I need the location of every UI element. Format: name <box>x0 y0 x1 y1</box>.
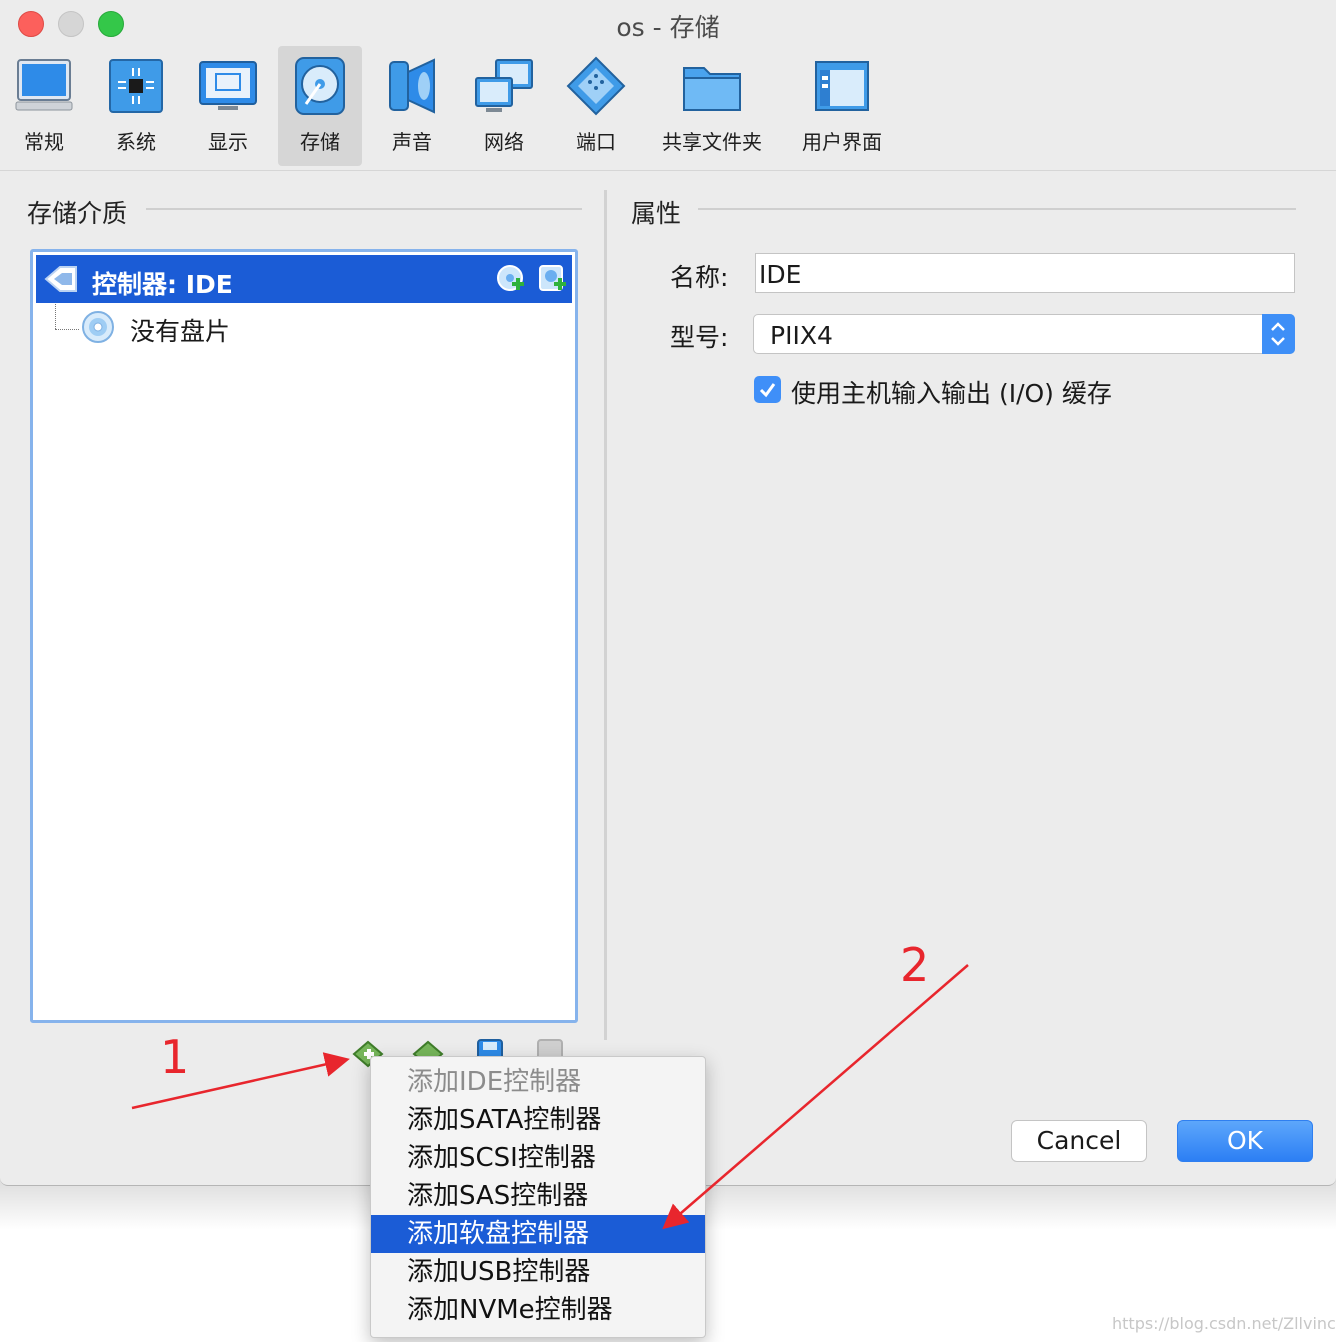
toolbar-label: 共享文件夹 <box>662 130 762 154</box>
controller-label: 控制器: IDE <box>92 270 233 299</box>
annotation-number-2: 2 <box>900 938 930 992</box>
toolbar-label: 网络 <box>484 130 524 154</box>
properties-section-title: 属性 <box>631 199 682 228</box>
folder-icon <box>683 67 741 111</box>
toolbar-storage[interactable]: 存储 <box>278 46 362 166</box>
chip-icon <box>109 59 163 113</box>
toolbar-audio[interactable]: 声音 <box>370 46 454 166</box>
toolbar-ports[interactable]: 端口 <box>554 46 638 166</box>
titlebar: os - 存储 <box>0 0 1336 48</box>
network-icon <box>475 59 533 112</box>
window-icon <box>815 61 869 111</box>
section-rule <box>146 208 582 210</box>
toolbar-shared-folders[interactable]: 共享文件夹 <box>654 46 770 166</box>
toolbar-display[interactable]: 显示 <box>186 46 270 166</box>
name-label: 名称: <box>670 263 729 292</box>
toolbar-user-interface[interactable]: 用户界面 <box>794 46 890 166</box>
cd-icon <box>82 311 114 343</box>
select-stepper[interactable] <box>1262 314 1295 354</box>
ok-button[interactable]: OK <box>1177 1120 1313 1162</box>
toolbar-label: 显示 <box>208 130 248 154</box>
watermark: https://blog.csdn.net/Zllvincent <box>1112 1314 1336 1333</box>
tree-connector <box>55 304 56 329</box>
disc-label: 没有盘片 <box>130 317 231 346</box>
menu-item-add-usb[interactable]: 添加USB控制器 <box>371 1253 705 1291</box>
toolbar-general[interactable]: 常规 <box>2 46 86 166</box>
port-icon <box>566 56 626 116</box>
toolbar-label: 声音 <box>392 130 432 154</box>
menu-item-add-sata[interactable]: 添加SATA控制器 <box>371 1101 705 1139</box>
storage-tree[interactable]: 控制器: IDE 没有盘片 <box>30 249 578 1023</box>
monitor-icon <box>15 59 73 111</box>
section-rule <box>698 208 1296 210</box>
controller-type-value: PIIX4 <box>770 321 833 350</box>
toolbar-label: 系统 <box>116 130 156 154</box>
toolbar-label: 常规 <box>24 130 64 154</box>
toolbar-system[interactable]: 系统 <box>94 46 178 166</box>
menu-item-add-ide[interactable]: 添加IDE控制器 <box>371 1063 705 1101</box>
window-title: os - 存储 <box>616 13 720 42</box>
host-io-cache-label: 使用主机输入输出 (I/O) 缓存 <box>791 379 1112 408</box>
toolbar-label: 端口 <box>576 130 616 154</box>
settings-window: os - 存储 常规 系统 显示 存储 声音 网络 端口 共享文件夹 用户界面 … <box>0 0 1336 1186</box>
annotation-number-1: 1 <box>160 1030 190 1084</box>
menu-item-add-floppy[interactable]: 添加软盘控制器 <box>371 1215 705 1253</box>
chevron-up-down-icon <box>1271 322 1285 346</box>
menu-item-add-sas[interactable]: 添加SAS控制器 <box>371 1177 705 1215</box>
panel-splitter[interactable] <box>604 190 607 1040</box>
menu-item-add-nvme[interactable]: 添加NVMe控制器 <box>371 1291 705 1329</box>
tree-item-ide-controller[interactable]: 控制器: IDE <box>36 255 572 303</box>
display-icon <box>199 61 257 110</box>
controller-type-select[interactable]: PIIX4 <box>753 314 1295 354</box>
add-hard-disk-icon[interactable] <box>538 264 568 294</box>
speaker-icon <box>389 58 435 114</box>
menu-item-add-scsi[interactable]: 添加SCSI控制器 <box>371 1139 705 1177</box>
controller-name-input[interactable]: IDE <box>755 253 1295 293</box>
toolbar-label: 存储 <box>300 130 340 154</box>
host-io-cache-checkbox[interactable] <box>754 376 781 403</box>
add-controller-menu: 添加IDE控制器 添加SATA控制器 添加SCSI控制器 添加SAS控制器 添加… <box>370 1056 706 1338</box>
cancel-button[interactable]: Cancel <box>1011 1120 1147 1162</box>
toolbar-network[interactable]: 网络 <box>462 46 546 166</box>
add-optical-drive-icon[interactable] <box>496 264 526 294</box>
toolbar-divider <box>0 170 1336 171</box>
checkmark-icon <box>759 383 776 398</box>
tree-connector <box>55 329 79 330</box>
disk-icon <box>295 57 345 115</box>
controller-icon <box>44 266 77 292</box>
settings-toolbar: 常规 系统 显示 存储 声音 网络 端口 共享文件夹 用户界面 <box>0 46 1336 170</box>
toolbar-label: 用户界面 <box>802 130 882 154</box>
type-label: 型号: <box>670 323 729 352</box>
storage-section-title: 存储介质 <box>27 199 128 228</box>
